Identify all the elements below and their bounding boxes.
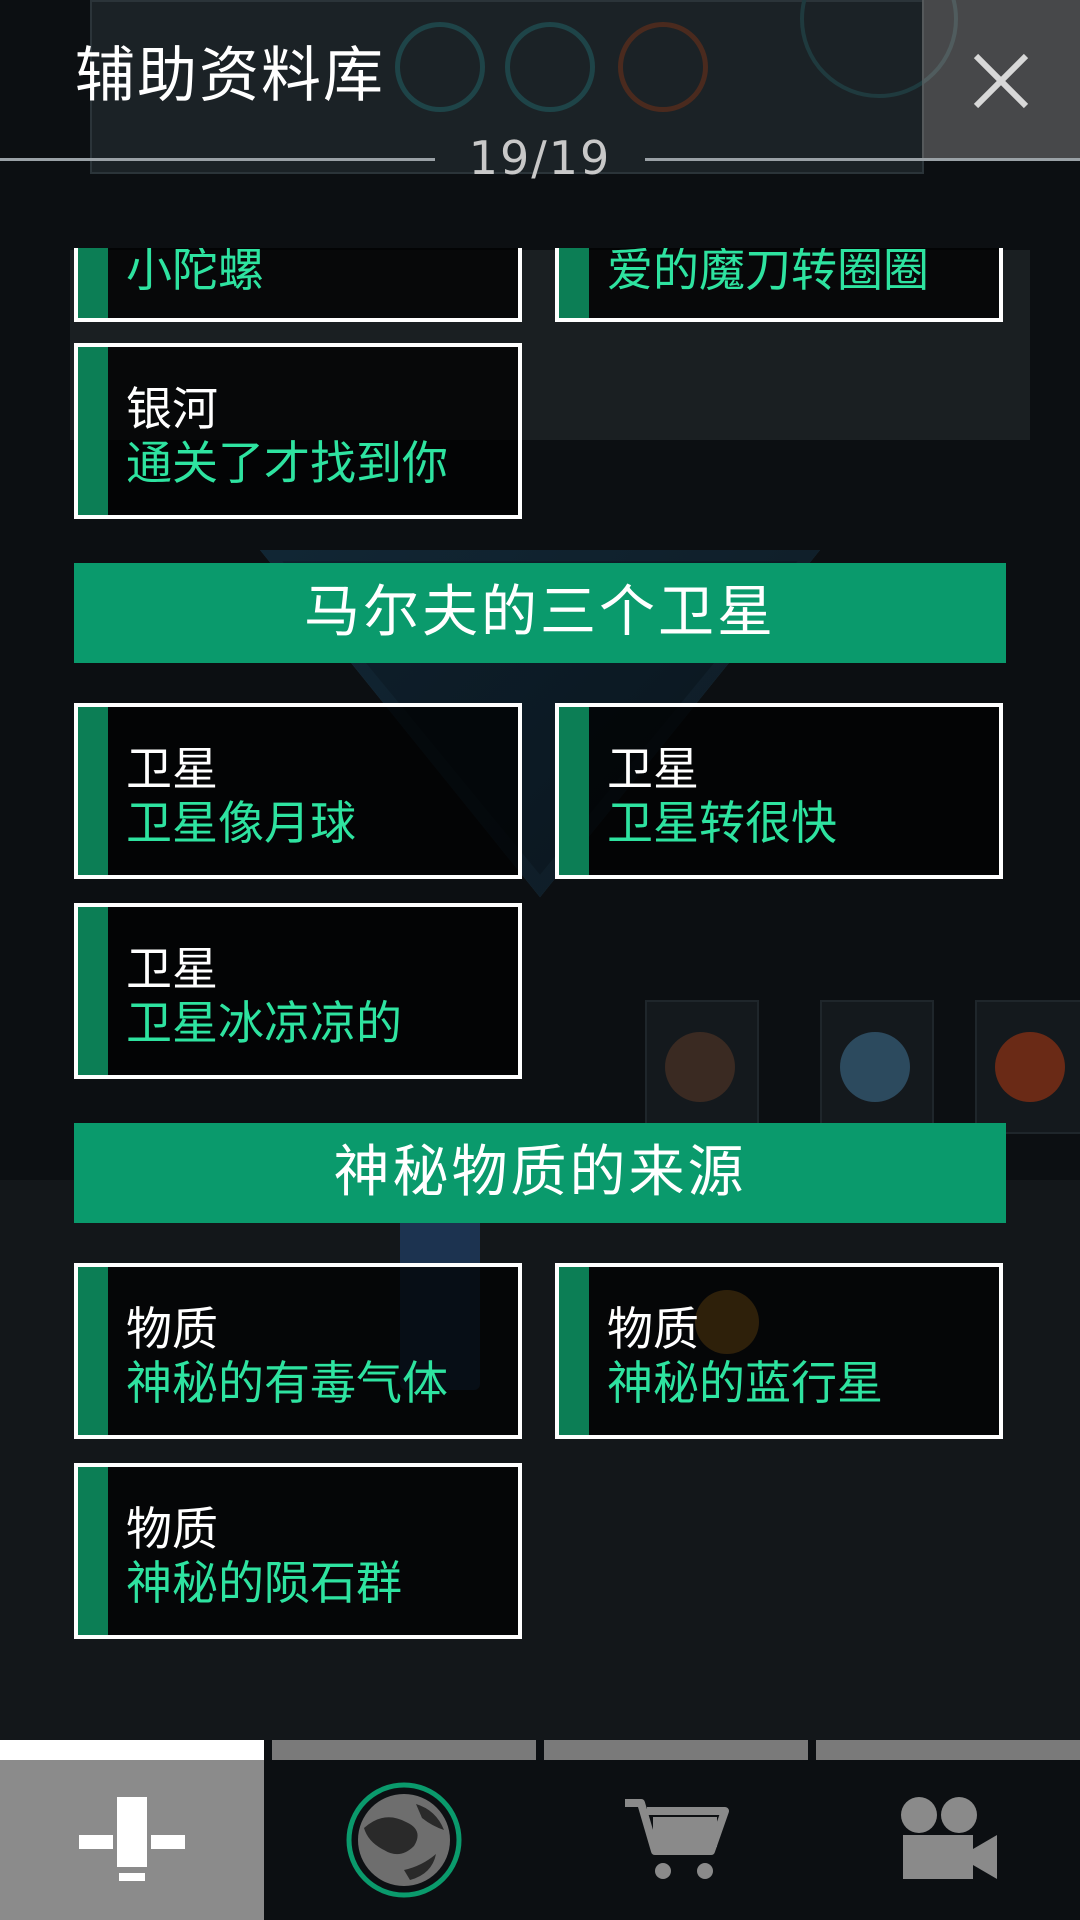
entry-name: 神秘的有毒气体 xyxy=(126,1356,448,1410)
entry-card[interactable]: 小陀螺 xyxy=(74,248,522,322)
entry-card[interactable]: 物质 神秘的陨石群 xyxy=(74,1463,522,1639)
entry-card[interactable]: 卫星 卫星转很快 xyxy=(555,703,1003,879)
entry-category: 卫星 xyxy=(607,742,699,796)
entry-name: 爱的魔刀转圈圈 xyxy=(607,248,929,297)
header: 辅助资料库 19/19 xyxy=(0,0,1080,185)
card-accent-bar xyxy=(559,248,589,318)
card-accent-bar xyxy=(78,907,108,1075)
entry-name: 卫星冰凉凉的 xyxy=(126,996,402,1050)
video-camera-icon xyxy=(901,1797,997,1879)
section-title: 神秘物质的来源 xyxy=(333,1140,747,1205)
entry-category: 银河 xyxy=(126,382,218,436)
tab-indicator xyxy=(272,1740,536,1760)
tab-indicator xyxy=(816,1740,1080,1760)
card-accent-bar xyxy=(78,248,108,318)
card-accent-bar xyxy=(559,707,589,875)
header-divider-left xyxy=(0,158,435,161)
entry-name: 小陀螺 xyxy=(126,248,264,297)
cart-icon xyxy=(625,1799,729,1879)
card-accent-bar xyxy=(78,347,108,515)
entry-card[interactable]: 银河 通关了才找到你 xyxy=(74,343,522,519)
entry-category: 卫星 xyxy=(126,742,218,796)
tab-shop[interactable] xyxy=(544,1760,808,1920)
entry-name: 神秘的陨石群 xyxy=(126,1556,402,1610)
data-library-icon xyxy=(79,1797,185,1881)
page-title: 辅助资料库 xyxy=(75,41,385,111)
entry-category: 物质 xyxy=(607,1302,699,1356)
entry-name: 卫星转很快 xyxy=(607,796,837,850)
entry-name: 卫星像月球 xyxy=(126,796,356,850)
entry-card[interactable]: 卫星 卫星像月球 xyxy=(74,703,522,879)
entry-card[interactable]: 物质 神秘的蓝行星 xyxy=(555,1263,1003,1439)
card-accent-bar xyxy=(78,1467,108,1635)
bottom-nav xyxy=(0,1740,1080,1920)
planet-icon xyxy=(346,1782,462,1898)
entry-card[interactable]: 卫星 卫星冰凉凉的 xyxy=(74,903,522,1079)
entry-card[interactable]: 物质 神秘的有毒气体 xyxy=(74,1263,522,1439)
entry-category: 卫星 xyxy=(126,942,218,996)
tab-videos[interactable] xyxy=(816,1760,1080,1920)
close-button[interactable] xyxy=(922,0,1080,160)
close-icon xyxy=(973,53,1029,109)
card-accent-bar xyxy=(559,1267,589,1435)
tab-indicator xyxy=(544,1740,808,1760)
card-accent-bar xyxy=(78,707,108,875)
entry-category: 物质 xyxy=(126,1302,218,1356)
section-header: 马尔夫的三个卫星 xyxy=(74,563,1006,663)
entry-category: 物质 xyxy=(126,1502,218,1556)
section-header: 神秘物质的来源 xyxy=(74,1123,1006,1223)
page-counter: 19/19 xyxy=(468,131,612,185)
entry-card[interactable]: 爱的魔刀转圈圈 xyxy=(555,248,1003,322)
section-title: 马尔夫的三个卫星 xyxy=(304,580,776,645)
entry-name: 通关了才找到你 xyxy=(126,436,448,490)
entry-name: 神秘的蓝行星 xyxy=(607,1356,883,1410)
card-accent-bar xyxy=(78,1267,108,1435)
tab-planet[interactable] xyxy=(272,1760,536,1920)
header-divider-right xyxy=(645,158,1080,161)
tab-indicator xyxy=(0,1740,264,1760)
tab-data-library[interactable] xyxy=(0,1760,264,1920)
library-list[interactable]: 小陀螺 爱的魔刀转圈圈 银河 通关了才找到你 马尔夫的三个卫星 卫星 卫星像月球… xyxy=(0,248,1080,1740)
